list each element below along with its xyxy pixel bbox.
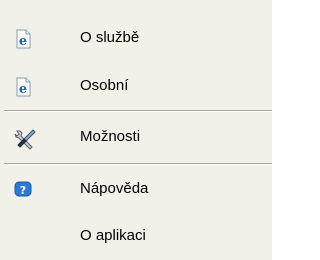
ie-page-icon: e (14, 29, 32, 49)
context-menu: e O službě e Osobní Možnosti ? Nápověda … (0, 0, 278, 260)
menu-item-label: Nápověda (80, 180, 149, 197)
ie-page-icon: e (14, 77, 32, 97)
tools-icon (14, 128, 36, 150)
menu-separator (4, 163, 272, 165)
menu-item-o-aplikaci[interactable]: O aplikaci (0, 219, 272, 253)
help-icon: ? (14, 180, 32, 198)
menu-item-o-sluzbe[interactable]: e O službě (0, 21, 272, 55)
menu-item-napoveda[interactable]: ? Nápověda (0, 172, 272, 206)
menu-item-moznosti[interactable]: Možnosti (0, 120, 272, 154)
menu-separator (4, 110, 272, 112)
menu-item-label: O aplikaci (80, 227, 146, 244)
menu-item-label: Osobní (80, 77, 129, 94)
menu-item-label: O službě (80, 29, 140, 46)
menu-item-label: Možnosti (80, 128, 141, 145)
menu-item-osobni[interactable]: e Osobní (0, 69, 272, 103)
menu-edge (272, 0, 278, 260)
svg-text:?: ? (20, 184, 26, 197)
svg-text:e: e (19, 82, 27, 97)
svg-text:e: e (19, 34, 27, 49)
